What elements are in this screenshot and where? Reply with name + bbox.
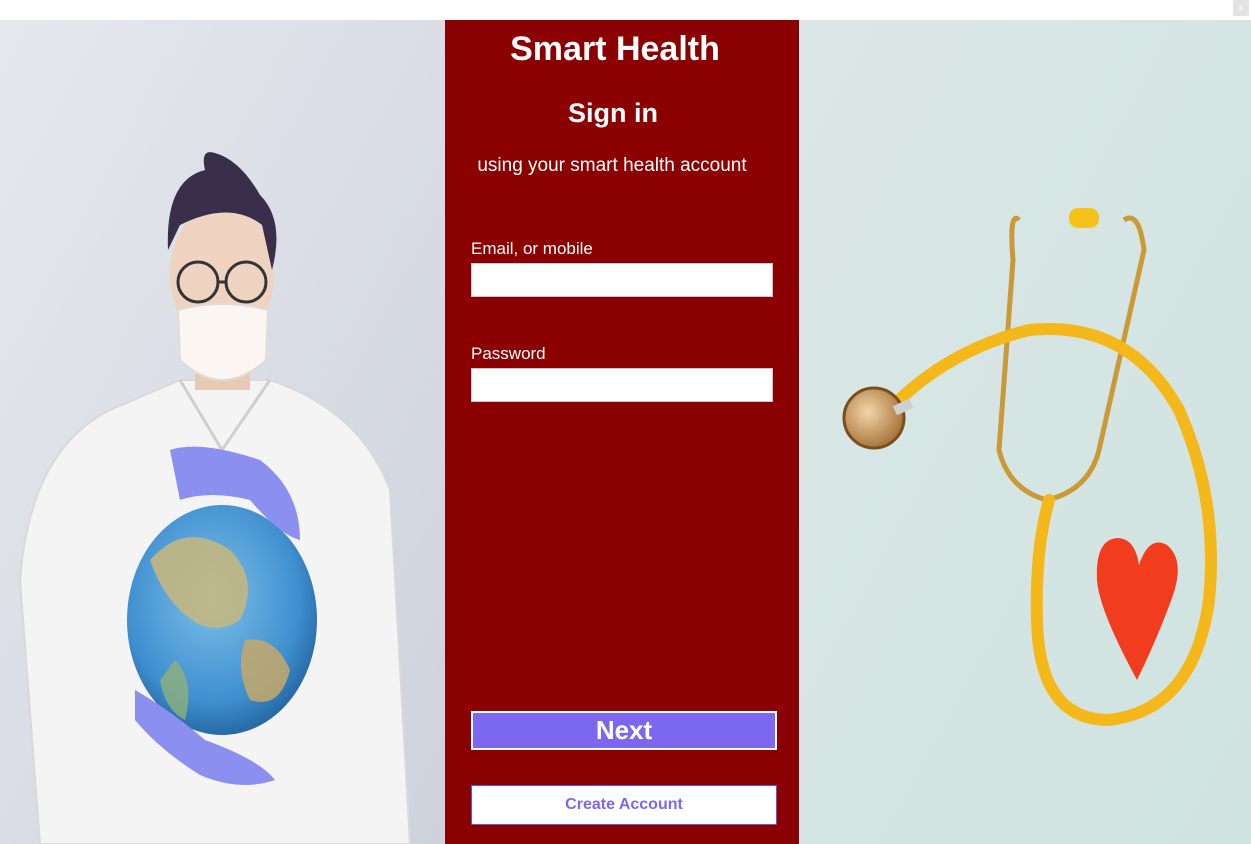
doctor-with-globe-illustration <box>0 20 445 844</box>
email-label: Email, or mobile <box>471 239 593 258</box>
window-titlebar: x <box>0 0 1251 20</box>
window-close-button[interactable]: x <box>1233 0 1249 16</box>
create-account-button[interactable]: Create Account <box>471 785 777 825</box>
password-label: Password <box>471 344 546 363</box>
sign-in-subtitle: using your smart health account <box>477 155 747 176</box>
email-field[interactable] <box>471 263 773 297</box>
sign-in-heading: Sign in <box>568 98 658 128</box>
doctor-with-globe-image <box>0 20 445 844</box>
app-title: Smart Health <box>510 30 720 68</box>
sign-in-panel: Smart Health Sign in using your smart he… <box>445 20 799 844</box>
stethoscope-with-heart-image <box>799 20 1251 844</box>
password-field[interactable] <box>471 368 773 402</box>
stethoscope-with-heart-illustration <box>799 20 1251 844</box>
next-button[interactable]: Next <box>471 711 777 750</box>
